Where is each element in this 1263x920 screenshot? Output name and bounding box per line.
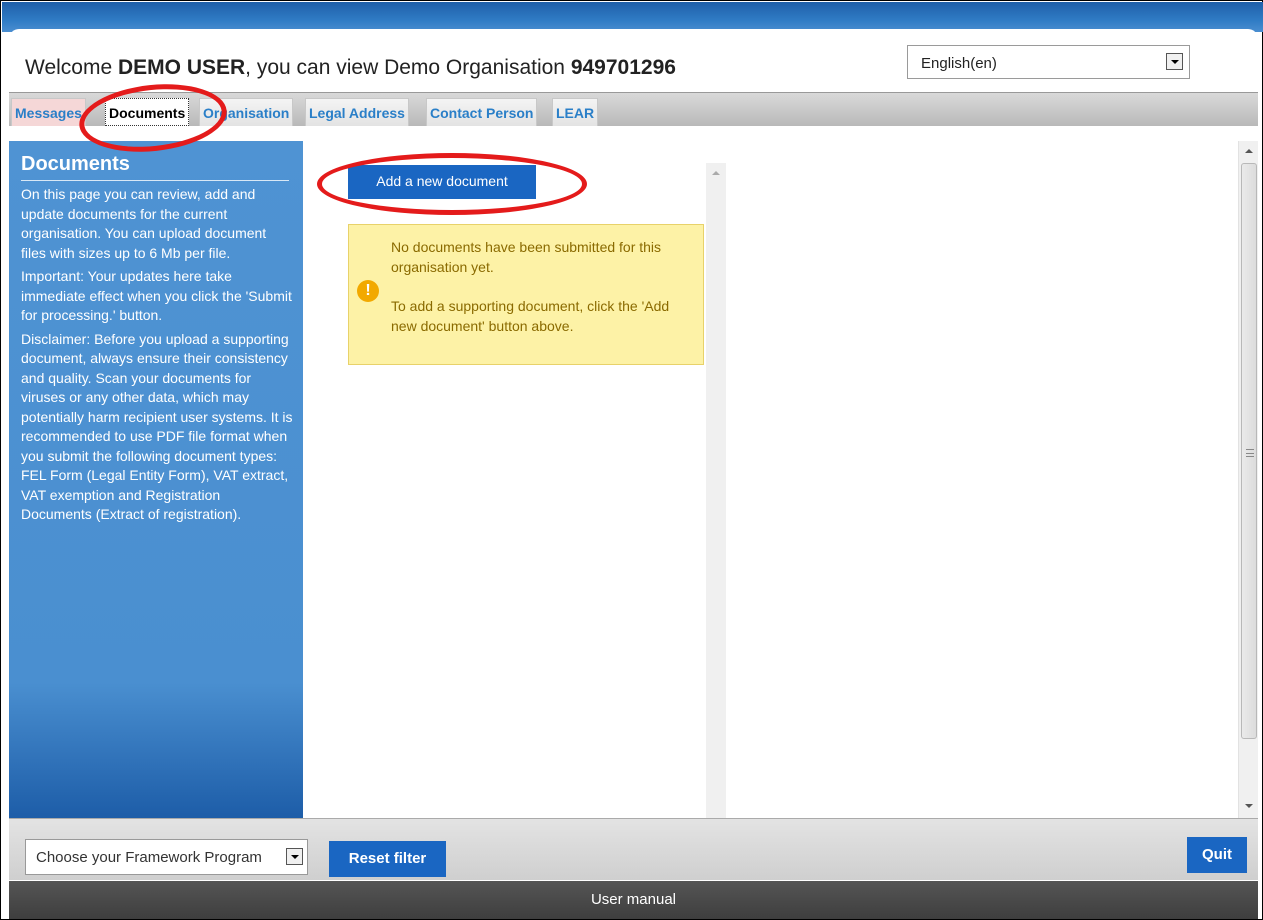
add-document-button[interactable]: Add a new document	[348, 165, 536, 199]
sidebar-intro: On this page you can review, add and upd…	[21, 186, 267, 261]
chevron-down-icon[interactable]	[286, 848, 303, 865]
welcome-heading: Welcome DEMO USER, you can view Demo Org…	[25, 56, 676, 79]
warning-icon: !	[357, 280, 379, 302]
top-banner	[2, 2, 1263, 32]
tab-messages[interactable]: Messages	[11, 98, 86, 126]
quit-button[interactable]: Quit	[1187, 837, 1247, 873]
panel-scrollbar[interactable]	[706, 163, 726, 818]
sidebar-title: Documents	[21, 153, 289, 181]
notice-text: No documents have been submitted for thi…	[391, 239, 662, 275]
app-window: Welcome DEMO USER, you can view Demo Org…	[0, 0, 1263, 920]
page-scrollbar[interactable]	[1238, 141, 1258, 818]
grip-icon	[1246, 449, 1254, 457]
organisation-id: 949701296	[570, 56, 676, 79]
tab-legal-address[interactable]: Legal Address	[305, 98, 409, 126]
tab-contact-person[interactable]: Contact Person	[426, 98, 538, 126]
help-sidebar: Documents On this page you can review, a…	[9, 141, 303, 818]
sidebar-disclaimer: Disclaimer: Before you upload a supporti…	[21, 330, 293, 523]
framework-program-select[interactable]: Choose your Framework Program	[25, 839, 308, 875]
notice-hint: To add a supporting document, click the …	[391, 298, 670, 334]
tab-lear[interactable]: LEAR	[552, 98, 599, 126]
empty-state-notice: ! No documents have been submitted for t…	[348, 224, 704, 365]
scroll-down-icon[interactable]	[1245, 804, 1253, 808]
scroll-up-icon[interactable]	[1245, 149, 1253, 153]
user-name: DEMO USER	[117, 56, 246, 79]
documents-panel: Add a new document ! No documents have b…	[303, 141, 708, 818]
language-select[interactable]: English(en)	[907, 45, 1190, 79]
user-manual-link[interactable]: User manual	[9, 881, 1258, 919]
tab-organisation[interactable]: Organisation	[199, 98, 294, 126]
chevron-down-icon[interactable]	[1166, 53, 1183, 70]
sidebar-important: Important: Your updates here take immedi…	[21, 268, 292, 323]
tab-documents[interactable]: Documents	[105, 98, 190, 126]
scroll-thumb[interactable]	[1241, 163, 1257, 739]
reset-filter-button[interactable]: Reset filter	[329, 841, 446, 877]
scroll-up-icon[interactable]	[712, 171, 720, 175]
tab-bar: Messages Documents Organisation Legal Ad…	[9, 92, 1258, 126]
